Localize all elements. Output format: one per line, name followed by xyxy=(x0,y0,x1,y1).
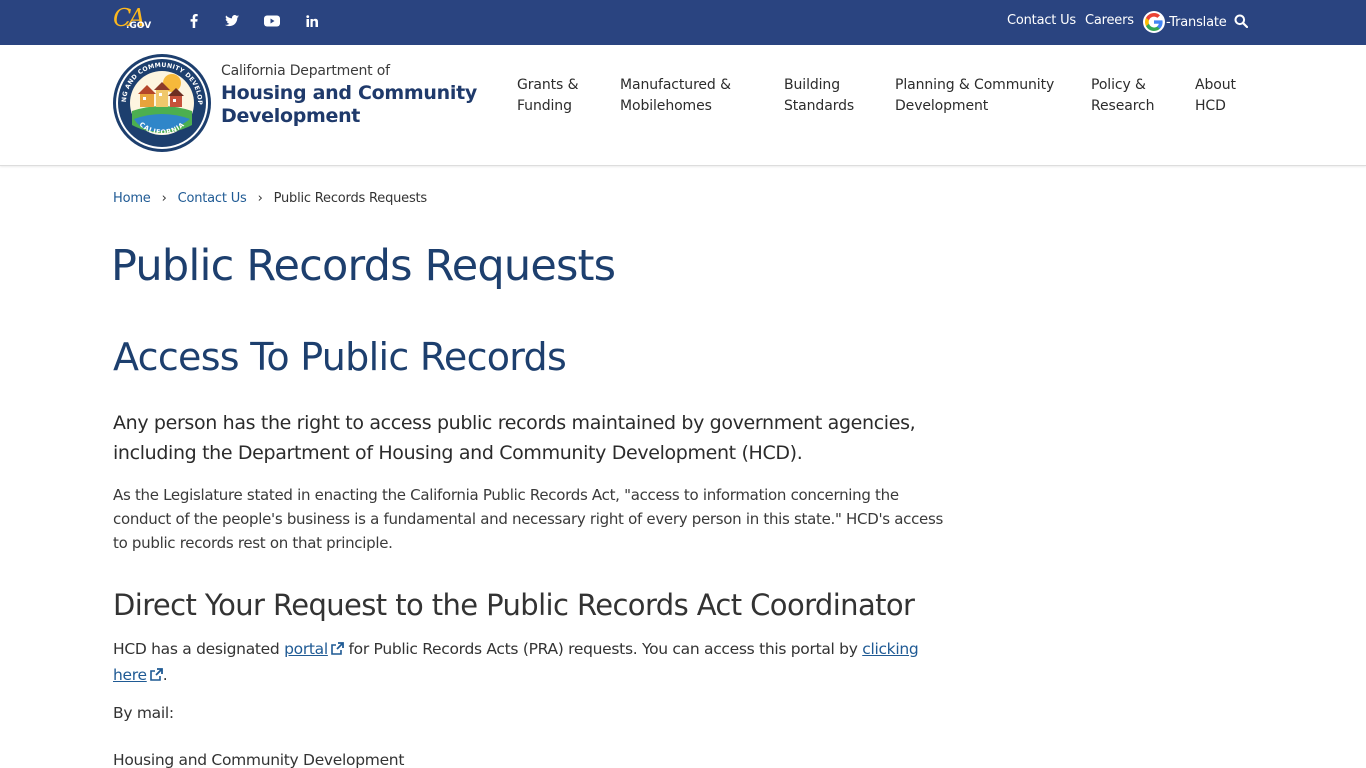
contact-us-link[interactable]: Contact Us xyxy=(1007,13,1076,28)
facebook-icon[interactable] xyxy=(184,12,204,30)
breadcrumb: Home › Contact Us › Public Records Reque… xyxy=(113,191,427,206)
lead-paragraph: Any person has the right to access publi… xyxy=(113,412,916,464)
nav-label-line2: Mobilehomes xyxy=(620,98,712,114)
youtube-icon[interactable] xyxy=(262,12,282,30)
hcd-seal-logo[interactable]: HOUSING AND COMMUNITY DEVELOPMENT CALIFO… xyxy=(109,48,212,153)
portal-paragraph: HCD has a designated portal for Public R… xyxy=(113,636,943,688)
nav-label-line2: Development xyxy=(895,98,989,114)
nav-manufactured-mobilehomes[interactable]: Manufactured & Mobilehomes xyxy=(620,75,731,117)
nav-policy-research[interactable]: Policy & Research xyxy=(1091,75,1155,117)
mailing-address-line: Housing and Community Development xyxy=(113,751,405,768)
breadcrumb-separator: › xyxy=(257,191,263,206)
org-name[interactable]: California Department of Housing and Com… xyxy=(221,63,477,128)
nav-label-line1: Building xyxy=(784,77,840,93)
subsection-heading: Direct Your Request to the Public Record… xyxy=(113,588,915,622)
nav-label-line2: Funding xyxy=(517,98,572,114)
clicking-here-label-2: here xyxy=(113,666,147,684)
site-header: HOUSING AND COMMUNITY DEVELOPMENT CALIFO… xyxy=(0,45,1366,166)
translate-label: -Translate xyxy=(1166,14,1227,30)
nav-label-line1: About xyxy=(1195,77,1236,93)
translate-button[interactable]: -Translate xyxy=(1143,11,1227,33)
careers-link[interactable]: Careers xyxy=(1085,13,1134,28)
section-heading: Access To Public Records xyxy=(113,335,567,379)
breadcrumb-current: Public Records Requests xyxy=(273,191,428,206)
external-link-icon xyxy=(149,668,163,681)
by-mail-label: By mail: xyxy=(113,704,174,722)
linkedin-icon[interactable] xyxy=(302,12,322,30)
nav-label-line2: Research xyxy=(1091,98,1155,114)
breadcrumb-separator: › xyxy=(161,191,167,206)
breadcrumb-home[interactable]: Home xyxy=(113,191,151,206)
page-title: Public Records Requests xyxy=(111,241,616,291)
portal-link-label: portal xyxy=(284,640,328,658)
external-link-icon xyxy=(331,642,344,655)
twitter-icon[interactable] xyxy=(222,12,242,30)
nav-grants-funding[interactable]: Grants & Funding xyxy=(517,75,579,117)
portal-link[interactable]: portal xyxy=(284,640,344,658)
nav-planning-community-development[interactable]: Planning & Community Development xyxy=(895,75,1054,117)
org-name-line1: California Department of xyxy=(221,63,390,79)
nav-building-standards[interactable]: Building Standards xyxy=(784,75,854,117)
search-icon[interactable] xyxy=(1234,13,1250,29)
google-translate-icon xyxy=(1143,11,1165,33)
nav-label-line2: HCD xyxy=(1195,98,1226,114)
utility-bar: CA .GOV Contact Us Careers -Translate xyxy=(0,0,1366,45)
nav-about-hcd[interactable]: About HCD xyxy=(1195,75,1236,117)
nav-label-line2: Standards xyxy=(784,98,855,114)
nav-label-line1: Policy & xyxy=(1091,77,1146,93)
gov-logo-text: .GOV xyxy=(126,21,152,31)
ca-gov-logo[interactable]: CA .GOV xyxy=(113,4,153,36)
breadcrumb-contact-us[interactable]: Contact Us xyxy=(178,191,247,206)
body-paragraph: As the Legislature stated in enacting th… xyxy=(113,486,944,552)
clicking-here-label-1: clicking xyxy=(862,640,919,658)
portal-text-1: HCD has a designated xyxy=(113,640,285,658)
nav-label-line1: Planning & Community xyxy=(895,77,1055,93)
nav-label-line1: Grants & xyxy=(517,77,579,93)
nav-label-line1: Manufactured & xyxy=(620,77,731,93)
portal-text-2: for Public Records Acts (PRA) requests. … xyxy=(343,640,863,658)
org-name-line2: Housing and Community xyxy=(221,82,477,104)
portal-text-end: . xyxy=(162,666,168,684)
org-name-line3: Development xyxy=(221,105,361,127)
